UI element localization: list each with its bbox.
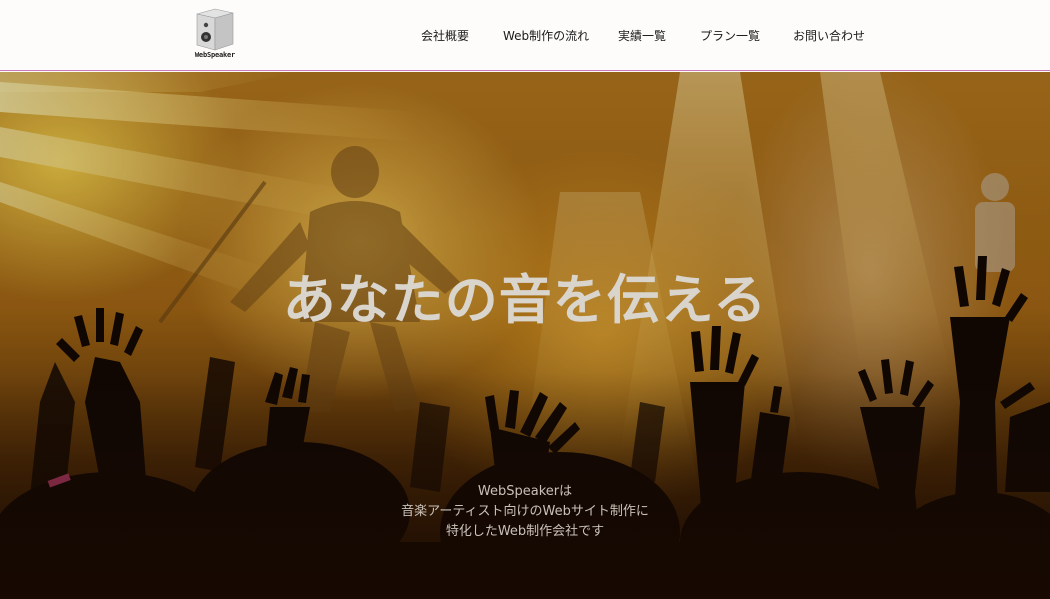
hero-title: あなたの音を伝える [282,270,768,331]
nav-item-company[interactable]: 会社概要 [421,27,469,44]
nav-item-plans[interactable]: プラン一覧 [700,27,760,44]
site-header: WebSpeaker 会社概要 Web制作の流れ 実績一覧 プラン一覧 お問い合… [0,0,1050,71]
hero-description: WebSpeakerは 音楽アーティスト向けのWebサイト制作に 特化したWeb… [0,482,1050,542]
hero-section: あなたの音を伝える WebSpeakerは 音楽アーティスト向けのWebサイト制… [0,72,1050,599]
main-nav: 会社概要 Web制作の流れ 実績一覧 プラン一覧 お問い合わせ [0,0,1050,71]
nav-item-workflow[interactable]: Web制作の流れ [503,27,589,44]
nav-item-works[interactable]: 実績一覧 [618,27,666,44]
hero-description-line: WebSpeakerは [477,484,573,499]
hero-description-line: 特化したWeb制作会社です [445,524,605,539]
nav-item-contact[interactable]: お問い合わせ [793,27,865,44]
hero-description-line: 音楽アーティスト向けのWebサイト制作に [401,504,649,519]
